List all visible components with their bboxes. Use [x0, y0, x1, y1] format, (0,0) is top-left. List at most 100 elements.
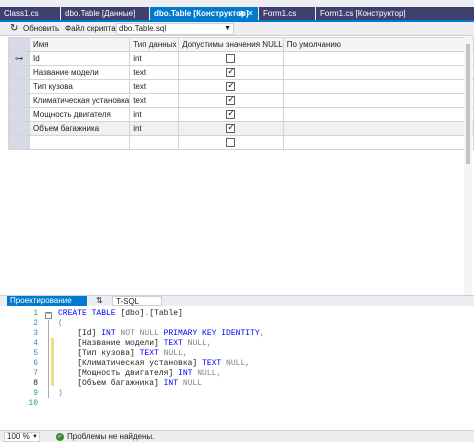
row-selector[interactable]: [7, 107, 31, 122]
code-token: NULL: [163, 349, 183, 358]
header-nullable[interactable]: Допустимы значения NULL: [178, 37, 284, 52]
zoom-select[interactable]: 100 % ▼: [4, 432, 40, 442]
code-line[interactable]: [Мощность двигателя] INT NULL,: [58, 369, 264, 379]
tsql-editor[interactable]: 1 2 3 4 5 6 7 8 9 10 − CREATE TABLE [dbo].[Table]…: [0, 306, 474, 430]
header-type[interactable]: Тип данных: [129, 37, 180, 52]
status-message: Проблемы не найдены.: [67, 432, 155, 441]
columns-grid-pane: Имя Тип данных Допустимы значения NULL П…: [0, 36, 474, 295]
line-number: 5: [33, 349, 38, 358]
nullable-checkbox[interactable]: [226, 95, 236, 105]
column-type-cell[interactable]: text: [129, 79, 180, 94]
default-cell[interactable]: [282, 65, 474, 80]
code-token: [Климатическая установка]: [58, 359, 203, 368]
code-token: [Id]: [58, 329, 102, 338]
column-type-cell[interactable]: text: [129, 93, 180, 108]
tab-form1-cs[interactable]: Form1.cs: [259, 7, 315, 20]
nullable-checkbox[interactable]: [226, 67, 236, 77]
column-type-cell[interactable]: int: [129, 121, 180, 136]
tab-class1-cs[interactable]: Class1.cs: [0, 7, 60, 20]
table-row[interactable]: Объем багажника int: [7, 121, 474, 136]
grid-scrollbar[interactable]: [464, 36, 472, 295]
code-token: PRIMARY KEY IDENTITY: [163, 329, 260, 338]
code-area[interactable]: CREATE TABLE [dbo].[Table]( [Id] INT NOT…: [58, 309, 264, 409]
code-token: [dbo]: [120, 309, 145, 318]
code-token: ,: [259, 329, 265, 338]
table-row[interactable]: Мощность двигателя int: [7, 107, 474, 122]
tab-tsql[interactable]: T-SQL: [112, 296, 162, 306]
table-row[interactable]: Название модели text: [7, 65, 474, 80]
default-cell[interactable]: [282, 79, 474, 94]
code-token: [Название модели]: [58, 339, 164, 348]
nullable-checkbox[interactable]: [226, 123, 236, 133]
swap-panes-icon[interactable]: ⇅: [93, 296, 107, 306]
tab-label: Class1.cs: [4, 9, 39, 18]
column-name-cell[interactable]: Мощность двигателя: [29, 107, 131, 122]
code-line[interactable]: [Климатическая установка] TEXT NULL,: [58, 359, 264, 369]
table-row-new[interactable]: [7, 135, 474, 150]
header-name[interactable]: Имя: [29, 37, 131, 52]
row-selector[interactable]: [7, 121, 31, 136]
table-row[interactable]: ⊶ Id int: [7, 51, 474, 66]
tab-design-label: Проектирование: [10, 296, 72, 305]
default-cell[interactable]: [282, 93, 474, 108]
tab-dbo-table-designer[interactable]: dbo.Table [Конструктор] ⊕ ✕: [150, 7, 258, 20]
code-token: INT: [178, 369, 198, 378]
script-file-select[interactable]: dbo.Table.sql ▼: [116, 23, 234, 35]
code-line[interactable]: (: [58, 319, 264, 329]
code-line[interactable]: [Id] INT NOT NULL PRIMARY KEY IDENTITY,: [58, 329, 264, 339]
refresh-icon[interactable]: ↻: [10, 23, 18, 35]
line-number: 7: [33, 369, 38, 378]
column-type-cell[interactable]: [129, 135, 180, 150]
nullable-cell: [178, 79, 284, 94]
default-cell[interactable]: [282, 121, 474, 136]
column-name-cell[interactable]: Объем багажника: [29, 121, 131, 136]
column-name-cell[interactable]: [29, 135, 131, 150]
nullable-cell: [178, 51, 284, 66]
column-type-cell[interactable]: int: [129, 51, 180, 66]
code-token: ): [58, 389, 63, 398]
scrollbar-thumb[interactable]: [466, 44, 470, 164]
nullable-checkbox[interactable]: [226, 109, 236, 119]
code-line[interactable]: [Объем багажника] INT NULL: [58, 379, 264, 389]
column-name-cell[interactable]: Тип кузова: [29, 79, 131, 94]
code-token: [Объем багажника]: [58, 379, 164, 388]
tab-form1-designer[interactable]: Form1.cs [Конструктор]: [316, 7, 474, 20]
column-name-cell[interactable]: Id: [29, 51, 131, 66]
row-selector[interactable]: [7, 135, 31, 150]
default-cell[interactable]: [282, 135, 474, 150]
table-row[interactable]: Климатическая установка text: [7, 93, 474, 108]
table-row[interactable]: Тип кузова text: [7, 79, 474, 94]
row-selector[interactable]: [7, 65, 31, 80]
pin-close-icon[interactable]: ⊕ ✕: [238, 7, 254, 20]
tab-tsql-label: T-SQL: [116, 297, 140, 306]
row-selector[interactable]: [7, 93, 31, 108]
default-cell[interactable]: [282, 107, 474, 122]
nullable-checkbox[interactable]: [226, 81, 236, 91]
code-token: [Table]: [149, 309, 183, 318]
status-bar: 100 % ▼ ✓ Проблемы не найдены.: [0, 430, 474, 442]
column-type-cell[interactable]: int: [129, 107, 180, 122]
collapse-icon[interactable]: −: [45, 312, 52, 319]
column-name-cell[interactable]: Название модели: [29, 65, 131, 80]
code-line[interactable]: [Название модели] TEXT NULL,: [58, 339, 264, 349]
refresh-button[interactable]: Обновить: [23, 24, 59, 34]
code-token: INT: [101, 329, 121, 338]
code-line[interactable]: CREATE TABLE [dbo].[Table]: [58, 309, 264, 319]
code-line[interactable]: [58, 399, 264, 409]
row-selector[interactable]: [7, 79, 31, 94]
column-type-cell[interactable]: text: [129, 65, 180, 80]
nullable-checkbox[interactable]: [226, 53, 236, 63]
columns-grid: Имя Тип данных Допустимы значения NULL П…: [7, 37, 474, 150]
tab-design[interactable]: Проектирование: [7, 296, 87, 306]
code-line[interactable]: ): [58, 389, 264, 399]
nullable-checkbox[interactable]: [226, 137, 236, 147]
header-default[interactable]: По умолчанию: [282, 37, 474, 52]
code-token: ,: [182, 349, 188, 358]
nullable-cell: [178, 93, 284, 108]
default-cell[interactable]: [282, 51, 474, 66]
tab-dbo-table-data[interactable]: dbo.Table [Данные]: [61, 7, 149, 20]
column-name-cell[interactable]: Климатическая установка: [29, 93, 131, 108]
code-line[interactable]: [Тип кузова] TEXT NULL,: [58, 349, 264, 359]
code-token: NULL: [226, 359, 246, 368]
row-selector[interactable]: ⊶: [7, 51, 31, 66]
